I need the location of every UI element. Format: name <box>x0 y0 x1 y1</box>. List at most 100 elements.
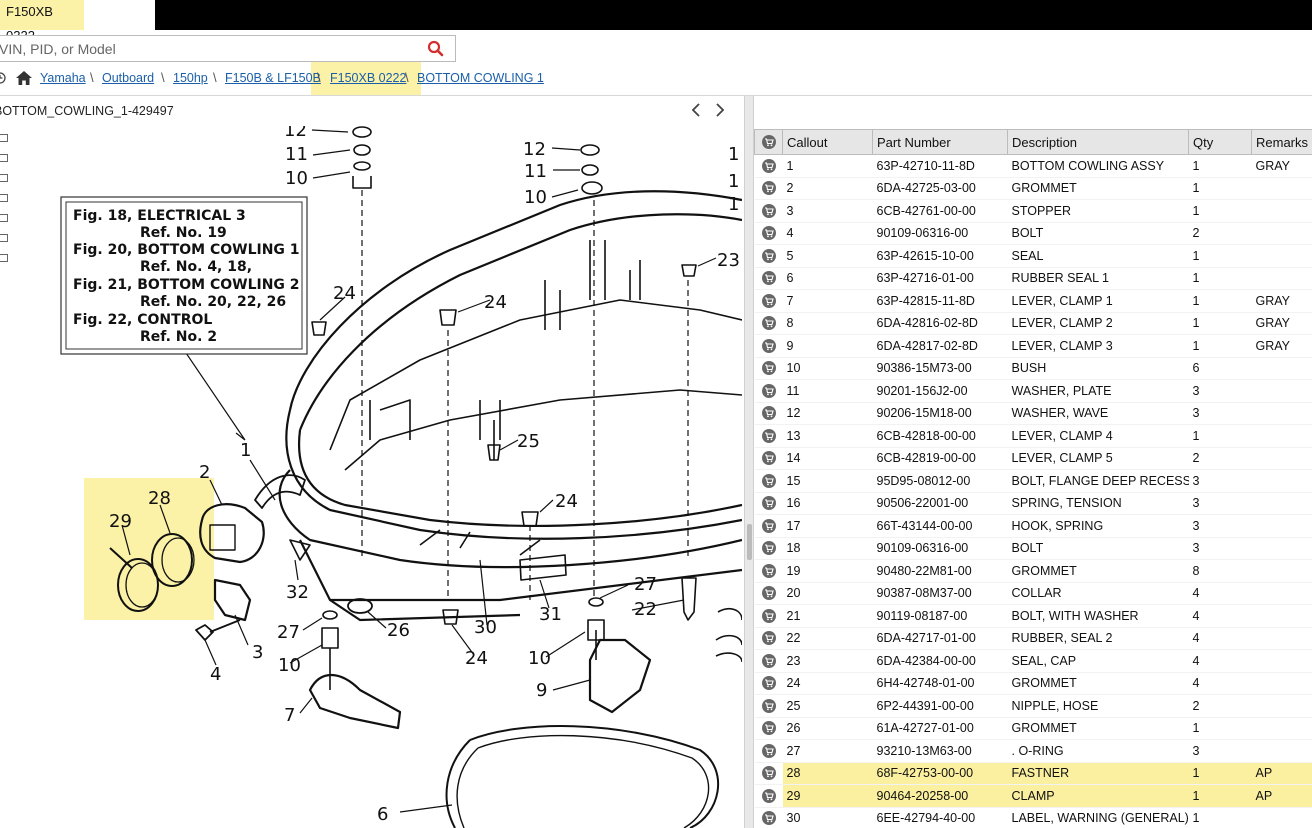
table-row[interactable]: 5 63P-42615-10-00 SEAL 1 <box>754 244 1312 268</box>
table-row[interactable]: 7 63P-42815-11-8D LEVER, CLAMP 1 1 GRAY <box>754 289 1312 313</box>
chevron-right-icon[interactable] <box>711 100 729 120</box>
home-icon[interactable] <box>16 71 32 85</box>
zoom-in-icon[interactable] <box>0 154 8 162</box>
callout-label[interactable]: 24 <box>555 491 578 512</box>
table-row[interactable]: 22 6DA-42717-01-00 RUBBER, SEAL 24 <box>754 627 1312 650</box>
callout-label[interactable]: 29 <box>109 511 132 532</box>
header-remarks[interactable]: Remarks <box>1251 129 1312 155</box>
parts-diagram[interactable]: Fig. 18, ELECTRICAL 3 Ref. No. 19 Fig. 2… <box>0 126 742 828</box>
add-to-cart-icon[interactable] <box>761 361 776 376</box>
fit-icon[interactable] <box>0 194 8 202</box>
add-to-cart-icon[interactable] <box>761 743 776 758</box>
add-to-cart-icon[interactable] <box>761 766 776 781</box>
add-to-cart-icon[interactable] <box>761 811 776 826</box>
table-row[interactable]: 17 66T-43144-00-00 HOOK, SPRING 3 <box>754 514 1312 538</box>
add-to-cart-icon[interactable] <box>761 586 776 601</box>
add-to-cart-icon[interactable] <box>761 406 776 421</box>
add-to-cart-icon[interactable] <box>761 293 776 308</box>
breadcrumb-f150b-lf150b[interactable]: F150B & LF150B <box>225 71 321 85</box>
table-row[interactable]: 25 6P2-44391-00-00 NIPPLE, HOSE 2 <box>754 694 1312 718</box>
callout-label[interactable]: 31 <box>539 604 562 625</box>
search-input[interactable] <box>0 36 419 61</box>
table-row[interactable]: 21 90119-08187-00 BOLT, WITH WASHER 4 <box>754 604 1312 628</box>
callout-label[interactable]: 9 <box>536 680 547 701</box>
download-icon[interactable] <box>0 254 8 262</box>
add-to-cart-icon[interactable] <box>761 271 776 286</box>
table-row[interactable]: 3 6CB-42761-00-00 STOPPER 1 <box>754 199 1312 223</box>
splitter-grip-icon[interactable] <box>747 524 752 560</box>
callout-label[interactable]: 1 <box>728 171 739 192</box>
table-row[interactable]: 9 6DA-42817-02-8D LEVER, CLAMP 3 1 GRAY <box>754 334 1312 358</box>
add-to-cart-icon[interactable] <box>761 451 776 466</box>
callout-label[interactable]: 12 <box>523 139 546 160</box>
table-row[interactable]: 4 90109-06316-00 BOLT 2 <box>754 222 1312 245</box>
add-to-cart-icon[interactable] <box>761 226 776 241</box>
add-to-cart-icon[interactable] <box>761 338 776 353</box>
table-row[interactable]: 18 90109-06316-00 BOLT 3 <box>754 537 1312 560</box>
add-to-cart-icon[interactable] <box>761 158 776 173</box>
table-row[interactable]: 26 61A-42727-01-00 GROMMET 1 <box>754 717 1312 740</box>
add-to-cart-icon[interactable] <box>761 248 776 263</box>
add-to-cart-icon[interactable] <box>761 518 776 533</box>
print-icon[interactable] <box>0 234 8 242</box>
table-row[interactable]: 29 90464-20258-00 CLAMP 1 AP <box>754 784 1312 808</box>
add-to-cart-icon[interactable] <box>761 788 776 803</box>
callout-label[interactable]: 10 <box>528 648 551 669</box>
callout-label[interactable]: 3 <box>252 642 263 663</box>
table-row[interactable]: 12 90206-15M18-00 WASHER, WAVE 3 <box>754 402 1312 425</box>
menu-icon[interactable] <box>0 134 8 142</box>
breadcrumb-bottom-cowling-1[interactable]: BOTTOM COWLING 1 <box>417 71 544 85</box>
callout-label[interactable]: 22 <box>634 599 657 620</box>
table-row[interactable]: 10 90386-15M73-00 BUSH 6 <box>754 357 1312 380</box>
callout-label[interactable]: 4 <box>210 664 221 685</box>
history-icon[interactable] <box>0 72 6 84</box>
add-to-cart-icon[interactable] <box>761 473 776 488</box>
table-row[interactable]: 30 6EE-42794-40-00 LABEL, WARNING (GENERAL… <box>754 807 1312 828</box>
header-description[interactable]: Description <box>1007 129 1189 155</box>
add-to-cart-icon[interactable] <box>761 676 776 691</box>
table-row[interactable]: 27 93210-13M63-00. O-RING 3 <box>754 739 1312 763</box>
table-row[interactable]: 20 90387-08M37-00 COLLAR 4 <box>754 582 1312 605</box>
reset-icon[interactable] <box>0 214 8 222</box>
breadcrumb-150hp[interactable]: 150hp <box>173 71 208 85</box>
table-row[interactable]: 24 6H4-42748-01-00 GROMMET 4 <box>754 672 1312 695</box>
callout-label[interactable]: 30 <box>474 617 497 638</box>
callout-label[interactable]: 11 <box>285 144 308 165</box>
table-row[interactable]: 15 95D95-08012-00 BOLT, FLANGE DEEP RECESS… <box>754 469 1312 493</box>
callout-label[interactable]: 1 <box>240 440 251 461</box>
callout-label[interactable]: 26 <box>387 620 410 641</box>
callout-label[interactable]: 10 <box>278 655 301 676</box>
callout-label[interactable]: 25 <box>517 431 540 452</box>
table-row[interactable]: 13 6CB-42818-00-00 LEVER, CLAMP 41 <box>754 424 1312 448</box>
add-to-cart-icon[interactable] <box>761 496 776 511</box>
table-row[interactable]: 6 63P-42716-01-00 RUBBER SEAL 11 <box>754 267 1312 290</box>
callout-label[interactable]: 27 <box>634 574 657 595</box>
add-to-cart-icon[interactable] <box>761 181 776 196</box>
callout-label[interactable]: 12 <box>284 126 307 141</box>
table-row[interactable]: 2 6DA-42725-03-00 GROMMET 1 <box>754 177 1312 200</box>
callout-label[interactable]: 7 <box>284 705 295 726</box>
callout-label[interactable]: 24 <box>484 292 507 313</box>
add-to-cart-icon[interactable] <box>761 203 776 218</box>
add-to-cart-icon[interactable] <box>761 316 776 331</box>
header-callout[interactable]: Callout <box>782 129 873 155</box>
callout-label[interactable]: 1 <box>728 144 739 165</box>
callout-label[interactable]: 6 <box>377 804 388 825</box>
table-row[interactable]: 14 6CB-42819-00-00 LEVER, CLAMP 52 <box>754 447 1312 470</box>
callout-label[interactable]: 11 <box>524 161 547 182</box>
table-row[interactable]: 23 6DA-42384-00-00 SEAL, CAP 4 <box>754 649 1312 673</box>
table-row[interactable]: 8 6DA-42816-02-8D LEVER, CLAMP 2 1 GRAY <box>754 312 1312 335</box>
callout-label[interactable]: 10 <box>524 187 547 208</box>
header-part-number[interactable]: Part Number <box>872 129 1008 155</box>
callout-label[interactable]: 1 <box>728 194 739 215</box>
zoom-out-icon[interactable] <box>0 174 8 182</box>
table-row[interactable]: 11 90201-156J2-00 WASHER, PLATE 3 <box>754 379 1312 403</box>
search-icon[interactable] <box>427 40 445 58</box>
table-row[interactable]: 19 90480-22M81-00 GROMMET 8 <box>754 559 1312 583</box>
add-to-cart-icon[interactable] <box>761 631 776 646</box>
add-to-cart-icon[interactable] <box>761 608 776 623</box>
callout-label[interactable]: 28 <box>148 488 171 509</box>
callout-label[interactable]: 32 <box>286 582 309 603</box>
callout-label[interactable]: 27 <box>277 622 300 643</box>
table-row[interactable]: 1 63P-42710-11-8D BOTTOM COWLING ASSY 1 GRAY <box>754 154 1312 178</box>
